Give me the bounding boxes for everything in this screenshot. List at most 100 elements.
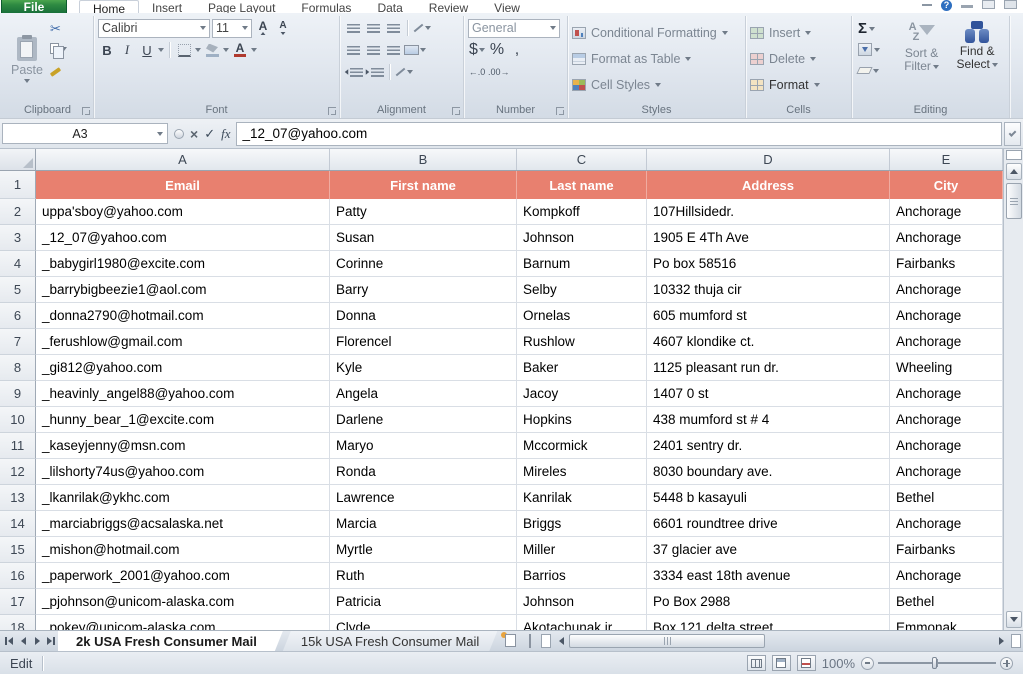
header-cell[interactable]: Last name (517, 171, 647, 199)
font-name-select[interactable]: Calibri (98, 19, 210, 38)
cell-first-name[interactable]: Clyde (330, 615, 517, 630)
row-number[interactable]: 3 (0, 225, 36, 251)
dialog-launcher-icon[interactable] (328, 107, 336, 115)
cell-address[interactable]: 605 mumford st (647, 303, 890, 329)
cell-last-name[interactable]: Ornelas (517, 303, 647, 329)
cell-first-name[interactable]: Corinne (330, 251, 517, 277)
cell-address[interactable]: 107Hillsidedr. (647, 199, 890, 225)
cell-last-name[interactable]: Mireles (517, 459, 647, 485)
formula-input[interactable]: _12_07@yahoo.com (236, 122, 1002, 146)
select-all-button[interactable] (0, 149, 36, 170)
row-number[interactable]: 11 (0, 433, 36, 459)
cell-email[interactable]: _donna2790@hotmail.com (36, 303, 330, 329)
sort-filter-button[interactable]: AZ Sort & Filter (894, 20, 950, 102)
tab-page-layout[interactable]: Page Layout (195, 0, 288, 13)
fill-color-button[interactable] (203, 41, 221, 59)
decrease-indent-button[interactable] (344, 63, 363, 81)
cell-first-name[interactable]: Patty (330, 199, 517, 225)
row-number[interactable]: 7 (0, 329, 36, 355)
previous-sheet-button[interactable] (16, 633, 30, 649)
format-cells-button[interactable]: Format (750, 72, 847, 98)
dialog-launcher-icon[interactable] (82, 107, 90, 115)
split-box[interactable] (1006, 150, 1022, 160)
row-number[interactable]: 17 (0, 589, 36, 615)
paste-button[interactable]: Paste (6, 17, 48, 102)
cell-address[interactable]: 37 glacier ave (647, 537, 890, 563)
header-cell[interactable]: City (890, 171, 1003, 199)
insert-cells-button[interactable]: Insert (750, 20, 847, 46)
wrap-text-button[interactable] (395, 63, 413, 81)
font-color-button[interactable]: A (231, 41, 249, 59)
grow-font-button[interactable]: A (254, 19, 272, 37)
autosum-button[interactable]: Σ (856, 20, 894, 37)
help-icon[interactable]: ? (941, 0, 952, 11)
align-center-button[interactable] (364, 41, 382, 59)
number-format-select[interactable]: General (468, 19, 560, 38)
cell-email[interactable]: _barrybigbeezie1@aol.com (36, 277, 330, 303)
cell-first-name[interactable]: Ronda (330, 459, 517, 485)
cell-address[interactable]: 6601 roundtree drive (647, 511, 890, 537)
row-number[interactable]: 13 (0, 485, 36, 511)
horizontal-scroll-track[interactable] (569, 633, 993, 649)
bold-button[interactable]: B (98, 41, 116, 59)
close-icon[interactable] (1004, 0, 1017, 9)
scroll-left-button[interactable] (553, 633, 569, 649)
cell-email[interactable]: _ferushlow@gmail.com (36, 329, 330, 355)
cell-last-name[interactable]: Rushlow (517, 329, 647, 355)
row-number[interactable]: 4 (0, 251, 36, 277)
cell-address[interactable]: 8030 boundary ave. (647, 459, 890, 485)
cell-last-name[interactable]: Mccormick (517, 433, 647, 459)
insert-function-button[interactable]: fx (221, 126, 230, 142)
name-box[interactable]: A3 (2, 123, 168, 144)
tab-insert[interactable]: Insert (139, 0, 195, 13)
cell-first-name[interactable]: Patricia (330, 589, 517, 615)
cell-last-name[interactable]: Briggs (517, 511, 647, 537)
clear-button[interactable] (856, 62, 894, 79)
dialog-launcher-icon[interactable] (452, 107, 460, 115)
cell-email[interactable]: _hunny_bear_1@excite.com (36, 407, 330, 433)
row-number[interactable]: 1 (0, 171, 36, 199)
cancel-button[interactable]: × (190, 127, 198, 141)
cell-first-name[interactable]: Donna (330, 303, 517, 329)
cell-address[interactable]: 1407 0 st (647, 381, 890, 407)
cell-city[interactable]: Fairbanks (890, 537, 1003, 563)
first-sheet-button[interactable] (2, 633, 16, 649)
header-cell[interactable]: Address (647, 171, 890, 199)
tab-view[interactable]: View (481, 0, 533, 13)
cell-email[interactable]: _babygirl1980@excite.com (36, 251, 330, 277)
restore-icon[interactable] (982, 0, 995, 9)
font-size-select[interactable]: 11 (212, 19, 252, 38)
cell-first-name[interactable]: Angela (330, 381, 517, 407)
cell-email[interactable]: _mishon@hotmail.com (36, 537, 330, 563)
cell-city[interactable]: Anchorage (890, 277, 1003, 303)
row-number[interactable]: 8 (0, 355, 36, 381)
page-layout-view-button[interactable] (772, 655, 791, 671)
scroll-right-button[interactable] (993, 633, 1009, 649)
zoom-out-button[interactable] (861, 657, 874, 670)
cell-city[interactable]: Anchorage (890, 303, 1003, 329)
cell-email[interactable]: _pokey@unicom-alaska.com (36, 615, 330, 630)
cell-city[interactable]: Anchorage (890, 407, 1003, 433)
enter-button[interactable]: ✓ (204, 126, 215, 142)
cell-city[interactable]: Anchorage (890, 459, 1003, 485)
horizontal-split-box[interactable] (541, 634, 551, 648)
increase-decimal-button[interactable]: ←.0 (468, 63, 486, 81)
align-middle-button[interactable] (364, 19, 382, 37)
expand-formula-bar-button[interactable] (1004, 122, 1021, 146)
cell-city[interactable]: Anchorage (890, 563, 1003, 589)
cell-address[interactable]: Po Box 2988 (647, 589, 890, 615)
cell-city[interactable]: Wheeling (890, 355, 1003, 381)
increase-indent-button[interactable] (365, 63, 384, 81)
vertical-scrollbar[interactable] (1003, 149, 1023, 630)
header-cell[interactable]: Email (36, 171, 330, 199)
cell-first-name[interactable]: Darlene (330, 407, 517, 433)
minimize-icon[interactable] (961, 0, 973, 8)
cell-address[interactable]: 1905 E 4Th Ave (647, 225, 890, 251)
delete-cells-button[interactable]: Delete (750, 46, 847, 72)
cell-email[interactable]: _lkanrilak@ykhc.com (36, 485, 330, 511)
cell-city[interactable]: Emmonak (890, 615, 1003, 630)
cell-email[interactable]: _12_07@yahoo.com (36, 225, 330, 251)
cell-last-name[interactable]: Jacoy (517, 381, 647, 407)
cell-city[interactable]: Bethel (890, 485, 1003, 511)
next-sheet-button[interactable] (30, 633, 44, 649)
